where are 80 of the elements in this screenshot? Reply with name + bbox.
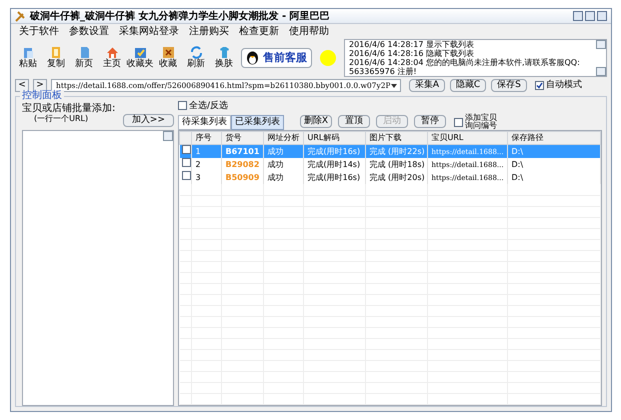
menu-item[interactable]: 检查更新 bbox=[239, 24, 279, 38]
table-cell: 完成 (用时22s) bbox=[365, 144, 427, 158]
add-button[interactable]: 加入>> bbox=[122, 114, 174, 127]
support-button[interactable]: 售前客服 bbox=[241, 48, 312, 68]
table-cell: 完成(用时16s) bbox=[303, 171, 365, 184]
column-header[interactable]: 序号 bbox=[191, 132, 221, 144]
tab[interactable]: 已采集列表 bbox=[231, 115, 284, 130]
menu-item[interactable]: 注册购买 bbox=[189, 24, 229, 38]
table-cell: 完成(用时14s) bbox=[303, 158, 365, 171]
scroll-up-button[interactable] bbox=[596, 40, 606, 49]
status-light bbox=[320, 50, 336, 66]
minimize-button[interactable] bbox=[573, 11, 583, 21]
table-cell: 完成 (用时20s) bbox=[365, 171, 427, 184]
tab[interactable]: 待采集列表 bbox=[178, 115, 231, 130]
toolbar-button[interactable]: 刷新 bbox=[183, 46, 209, 70]
table-cell: D:\ bbox=[507, 144, 600, 158]
maximize-button[interactable] bbox=[585, 11, 595, 21]
toolbar-button[interactable]: 收藏夹 bbox=[127, 46, 153, 70]
add-hint: (一行一个URL) bbox=[34, 114, 88, 123]
window-title: 破洞牛仔裤_破洞牛仔裤 女九分裤弹力学生小脚女潮批发 - 阿里巴巴 bbox=[30, 9, 330, 24]
table-cell: B50909 bbox=[221, 171, 263, 184]
checkbox[interactable] bbox=[454, 118, 463, 126]
penguin-icon bbox=[246, 51, 259, 65]
table-cell: 1 bbox=[191, 144, 221, 158]
action-button[interactable]: 置顶 bbox=[338, 115, 370, 128]
clipboard-icon bbox=[22, 46, 34, 59]
row-checkbox[interactable] bbox=[182, 145, 190, 154]
row-checkbox[interactable] bbox=[182, 171, 190, 180]
close-button[interactable] bbox=[597, 11, 607, 21]
row-checkbox[interactable] bbox=[182, 158, 190, 167]
toolbar-button[interactable]: 新页 bbox=[71, 46, 97, 70]
table-cell: 成功 bbox=[263, 144, 303, 158]
checkbox-label: 全选/反选 bbox=[189, 100, 228, 110]
table-cell: D:\ bbox=[507, 171, 600, 184]
refresh-icon bbox=[190, 46, 202, 59]
menu-item[interactable]: 采集网站登录 bbox=[119, 24, 179, 38]
scroll-down-button[interactable] bbox=[596, 67, 606, 76]
shirt-icon bbox=[218, 46, 230, 59]
scroll-up-button[interactable] bbox=[163, 131, 173, 141]
url-input-area[interactable] bbox=[22, 130, 174, 406]
table-cell: 成功 bbox=[263, 171, 303, 184]
menu-item[interactable]: 参数设置 bbox=[69, 24, 109, 38]
column-header[interactable]: 网址分析 bbox=[263, 132, 303, 144]
table-cell: D:\ bbox=[507, 158, 600, 171]
log-line: 2016/4/6 14:28:04 您的的电脑尚未注册本软件,请联系客服QQ: 563365976 注册! bbox=[348, 58, 581, 76]
column-header[interactable]: 保存路径 bbox=[507, 132, 600, 144]
table-cell: 2 bbox=[191, 158, 221, 171]
column-header[interactable]: 宝贝URL bbox=[427, 132, 507, 144]
add-label: 宝贝或店铺批量添加: bbox=[22, 103, 116, 114]
table-cell: B29082 bbox=[221, 158, 263, 171]
menu-item[interactable]: 使用帮助 bbox=[289, 24, 329, 38]
home-icon bbox=[106, 46, 118, 59]
table-cell: 完成(用时16s) bbox=[303, 144, 365, 158]
table-cell: 完成 (用时18s) bbox=[365, 158, 427, 171]
checkbox-label: 自动模式 bbox=[546, 78, 582, 92]
checkbox[interactable] bbox=[535, 81, 544, 90]
toolbar-button[interactable]: 保存S bbox=[491, 79, 527, 92]
tools-icon bbox=[15, 10, 26, 22]
panel-title: 控制面板 bbox=[20, 90, 64, 102]
menu-item[interactable]: 关于软件 bbox=[19, 24, 59, 38]
table-cell: B67101 bbox=[221, 144, 263, 158]
toolbar-button[interactable]: 复制 bbox=[43, 46, 69, 70]
toolbar-button[interactable]: 换肤 bbox=[211, 46, 237, 70]
column-header[interactable]: 图片下载 bbox=[365, 132, 427, 144]
table-cell: 3 bbox=[191, 171, 221, 184]
checkbox-label: 添加宝贝询问编号 bbox=[465, 114, 498, 130]
action-button[interactable]: 暂停 bbox=[414, 115, 446, 128]
log-line: 2016/4/6 14:28:17 显示下载列表 bbox=[348, 40, 475, 49]
toolbar-button[interactable]: 隐藏C bbox=[450, 79, 486, 92]
column-header[interactable]: URL解码 bbox=[303, 132, 365, 144]
action-button[interactable]: 删除X bbox=[300, 115, 332, 128]
table-cell: 成功 bbox=[263, 158, 303, 171]
toolbar-button[interactable]: 收藏 bbox=[155, 46, 181, 70]
checkbox[interactable] bbox=[178, 101, 187, 110]
toolbar-button[interactable]: 粘贴 bbox=[15, 46, 41, 70]
log-line: 2016/4/6 14:28:16 隐藏下载列表 bbox=[348, 49, 475, 58]
column-header[interactable]: 货号 bbox=[221, 132, 263, 144]
dropdown-icon bbox=[390, 82, 398, 88]
toolbar-button[interactable]: 主页 bbox=[99, 46, 125, 70]
toolbar-button[interactable]: 采集A bbox=[409, 79, 445, 92]
